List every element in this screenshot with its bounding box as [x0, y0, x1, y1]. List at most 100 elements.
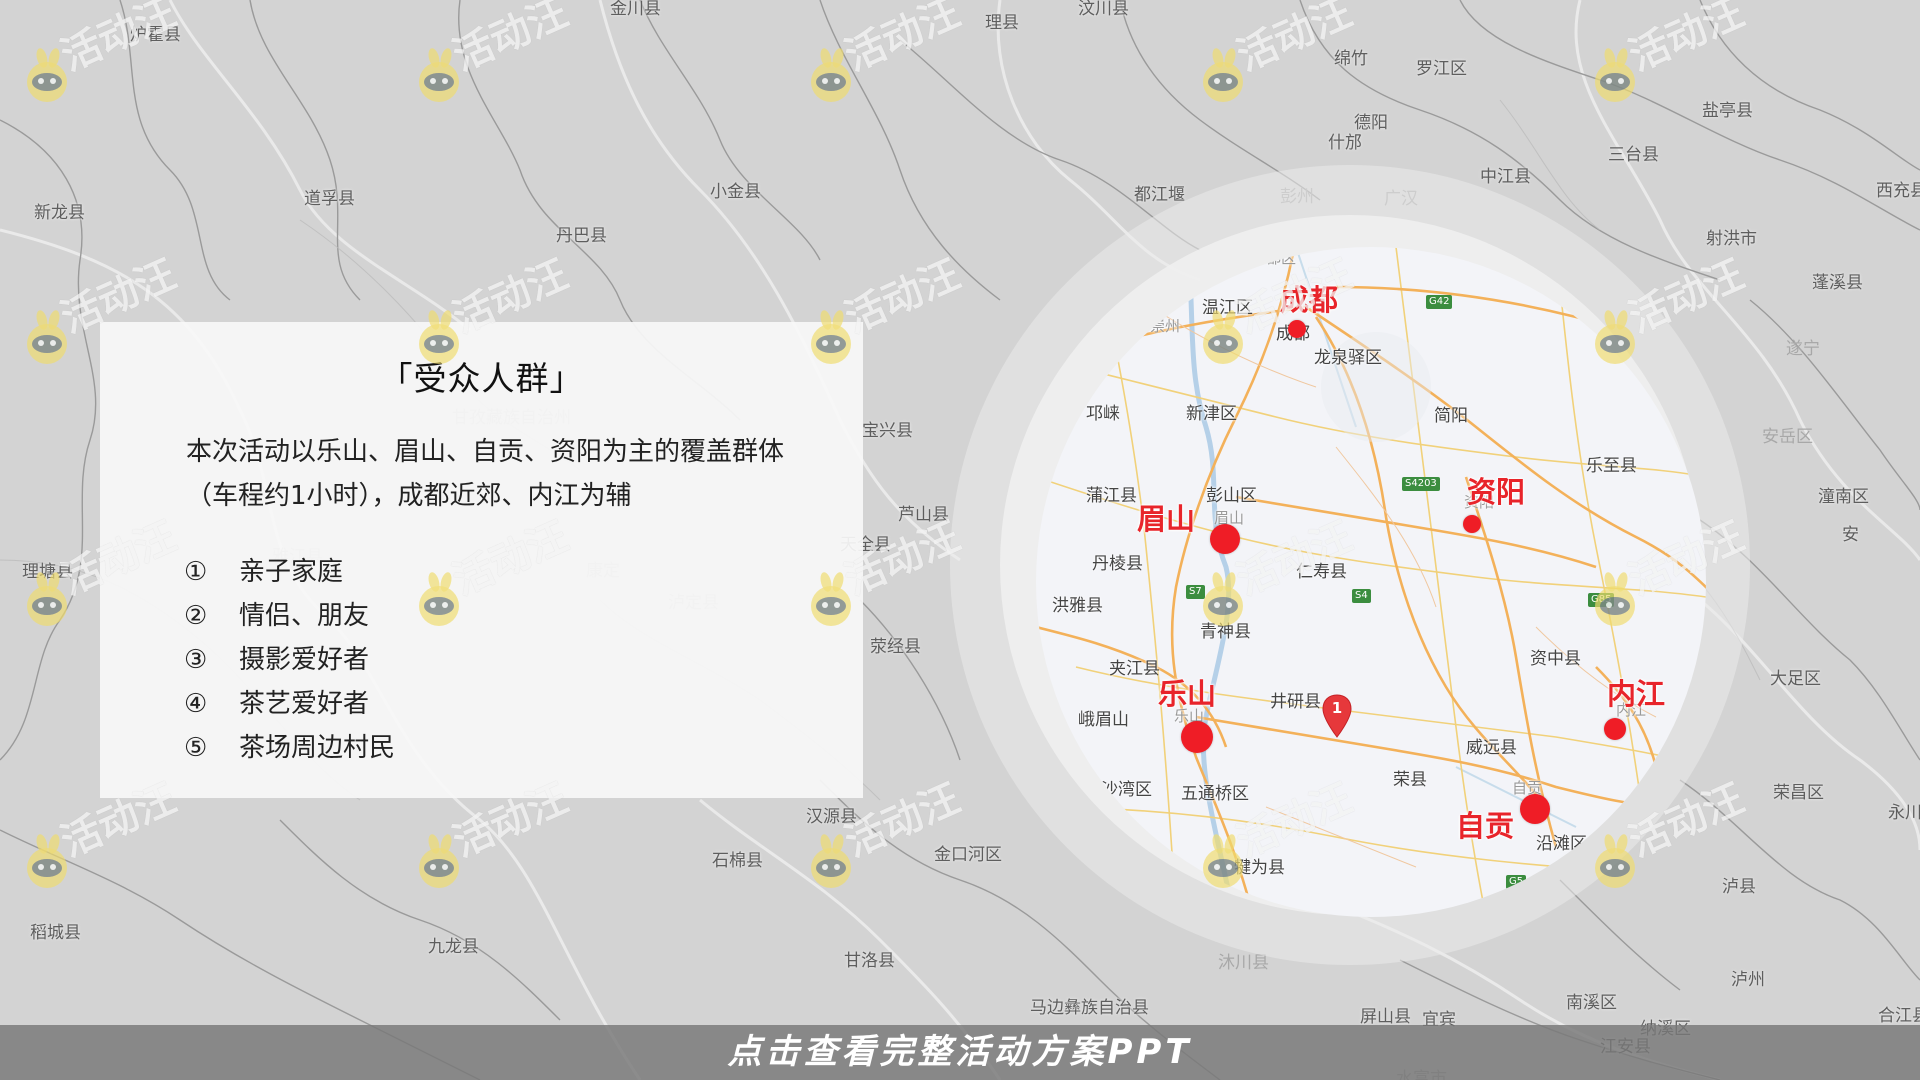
circle-map-place-label: 洪雅县 — [1052, 596, 1103, 616]
map-place-label: 荥经县 — [870, 637, 921, 657]
audience-item-text: 茶场周边村民 — [239, 733, 396, 763]
map-place-label: 安 — [1842, 525, 1859, 545]
circle-map-place-label: 新津区 — [1186, 404, 1237, 424]
audience-item-number: ⑤ — [184, 733, 208, 763]
map-place-label: 马边彝族自治县 — [1030, 998, 1149, 1018]
map-place-label: 射洪市 — [1706, 229, 1757, 249]
watermark: 活动汪 — [18, 251, 198, 372]
audience-list-item: ⑤ 茶场周边村民 — [184, 726, 395, 770]
watermark: 活动汪 — [1586, 775, 1766, 896]
watermark: 活动汪 — [18, 0, 198, 110]
location-marker[interactable]: 1 — [1320, 693, 1354, 739]
circle-map-place-label: 丹棱县 — [1092, 554, 1143, 574]
audience-list: ① 亲子家庭 ② 情侣、朋友 ③ 摄影爱好者 ④ 茶艺爱好者 ⑤ 茶场周边村民 — [184, 550, 395, 770]
audience-item-text: 茶艺爱好者 — [239, 689, 370, 719]
audience-item-number: ③ — [184, 645, 208, 675]
audience-item-text: 摄影爱好者 — [239, 645, 370, 675]
audience-list-item: ① 亲子家庭 — [184, 550, 395, 594]
circle-map-place-label: 崇州 — [1150, 317, 1181, 335]
map-place-label: 稻城县 — [30, 923, 81, 943]
watermark: 活动汪 — [802, 775, 982, 896]
watermark: 活动汪 — [1194, 513, 1374, 634]
circle-map-place-label: 资中县 — [1530, 649, 1581, 669]
city-dot-neijiang — [1604, 718, 1626, 740]
watermark: 活动汪 — [18, 775, 198, 896]
location-marker-label: 1 — [1331, 699, 1343, 717]
circle-map-place-label: 彭山区 — [1206, 486, 1257, 506]
map-place-label: 屏山县 — [1360, 1007, 1411, 1027]
map-place-label: 丹巴县 — [556, 226, 607, 246]
road-badge: S4203 — [1402, 477, 1440, 491]
map-place-label: 金川县 — [610, 0, 661, 19]
map-place-label: 三台县 — [1608, 145, 1659, 165]
city-label-ziyang: 资阳 — [1467, 475, 1526, 509]
watermark: 活动汪 — [410, 0, 590, 110]
audience-item-number: ④ — [184, 689, 208, 719]
watermark: 活动汪 — [410, 513, 590, 634]
map-place-label: 蓬溪县 — [1812, 273, 1863, 293]
circle-map-place-label: 蒲江县 — [1086, 486, 1137, 506]
map-place-label: 中江县 — [1480, 167, 1531, 187]
map-place-label: 泸州 — [1731, 970, 1765, 990]
watermark: 活动汪 — [1194, 0, 1374, 110]
city-label-zigong: 自贡 — [1456, 809, 1515, 843]
circle-map-place-label: 简阳 — [1434, 406, 1468, 426]
banner-text: 点击查看完整活动方案PPT — [727, 1032, 1193, 1072]
circle-map-place-label: 沙湾区 — [1101, 780, 1152, 800]
panel-description: 本次活动以乐山、眉山、自贡、资阳为主的覆盖群体（车程约1小时），成都近郊、内江为… — [186, 437, 785, 511]
map-place-label: 石棉县 — [712, 851, 763, 871]
circle-map-place-label: 荣县 — [1393, 770, 1427, 790]
city-dot-zigong — [1520, 794, 1550, 824]
map-place-label: 汶川县 — [1078, 0, 1129, 19]
watermark: 活动汪 — [802, 0, 982, 110]
map-place-label: 都江堰 — [1134, 185, 1185, 205]
city-dot-ziyang — [1463, 515, 1481, 533]
circle-map-place-label: 乐至县 — [1586, 456, 1637, 476]
map-place-label: 什邡 — [1328, 133, 1362, 153]
audience-item-text: 亲子家庭 — [239, 557, 344, 587]
circle-map-place-label: 沿滩区 — [1536, 834, 1587, 854]
map-place-label: 荣昌区 — [1773, 783, 1824, 803]
watermark: 活动汪 — [802, 251, 982, 372]
map-place-label: 永川 — [1888, 803, 1920, 823]
map-place-label: 安岳区 — [1762, 427, 1813, 447]
road-badge: G42 — [1426, 295, 1453, 309]
circle-map-place-label: 威远县 — [1466, 738, 1517, 758]
map-place-label: 罗江区 — [1416, 59, 1467, 79]
watermark: 活动汪 — [802, 513, 982, 634]
watermark: 活动汪 — [1586, 251, 1766, 372]
audience-list-item: ② 情侣、朋友 — [184, 594, 395, 638]
map-place-label: 小金县 — [710, 182, 761, 202]
circle-map-place-label: 峨眉山 — [1078, 710, 1129, 730]
road-badge: G93 — [1280, 915, 1307, 917]
watermark: 活动汪 — [1586, 0, 1766, 110]
watermark: 活动汪 — [1194, 251, 1374, 372]
map-place-label: 南溪区 — [1566, 993, 1617, 1013]
map-place-label: 潼南区 — [1818, 487, 1869, 507]
map-place-label: 甘洛县 — [844, 951, 895, 971]
map-place-label: 新龙县 — [34, 203, 85, 223]
watermark: 活动汪 — [410, 775, 590, 896]
circle-map-place-label: 五通桥区 — [1181, 784, 1249, 804]
map-place-label: 大足区 — [1770, 669, 1821, 689]
watermark: 活动汪 — [1586, 513, 1766, 634]
watermark: 活动汪 — [18, 513, 198, 634]
map-place-label: 合江县 — [1878, 1006, 1920, 1026]
slide-stage: 炉霍县金川县理县汶川县新龙县道孚县小金县丹巴县甘孜藏族自治州宝兴县芦山县天全县雅… — [0, 0, 1920, 1080]
circle-map-place-label: 邛崃 — [1086, 404, 1120, 424]
view-full-plan-banner[interactable]: 点击查看完整活动方案PPT — [0, 1025, 1920, 1080]
city-dot-leshan — [1181, 721, 1213, 753]
watermark: 活动汪 — [1194, 775, 1374, 896]
audience-list-item: ③ 摄影爱好者 — [184, 638, 395, 682]
watermark: 活动汪 — [410, 251, 590, 372]
city-label-meishan: 眉山 — [1137, 502, 1196, 536]
audience-list-item: ④ 茶艺爱好者 — [184, 682, 395, 726]
circle-map-place-label: 井研县 — [1270, 692, 1321, 712]
map-place-label: 道孚县 — [304, 189, 355, 209]
circle-map-place-label: 夹江县 — [1109, 659, 1160, 679]
city-label-neijiang: 内江 — [1607, 677, 1666, 711]
map-place-label: 遂宁 — [1786, 339, 1820, 359]
map-place-label: 九龙县 — [428, 937, 479, 957]
audience-item-text: 情侣、朋友 — [239, 601, 370, 631]
city-label-leshan: 乐山 — [1158, 677, 1217, 711]
